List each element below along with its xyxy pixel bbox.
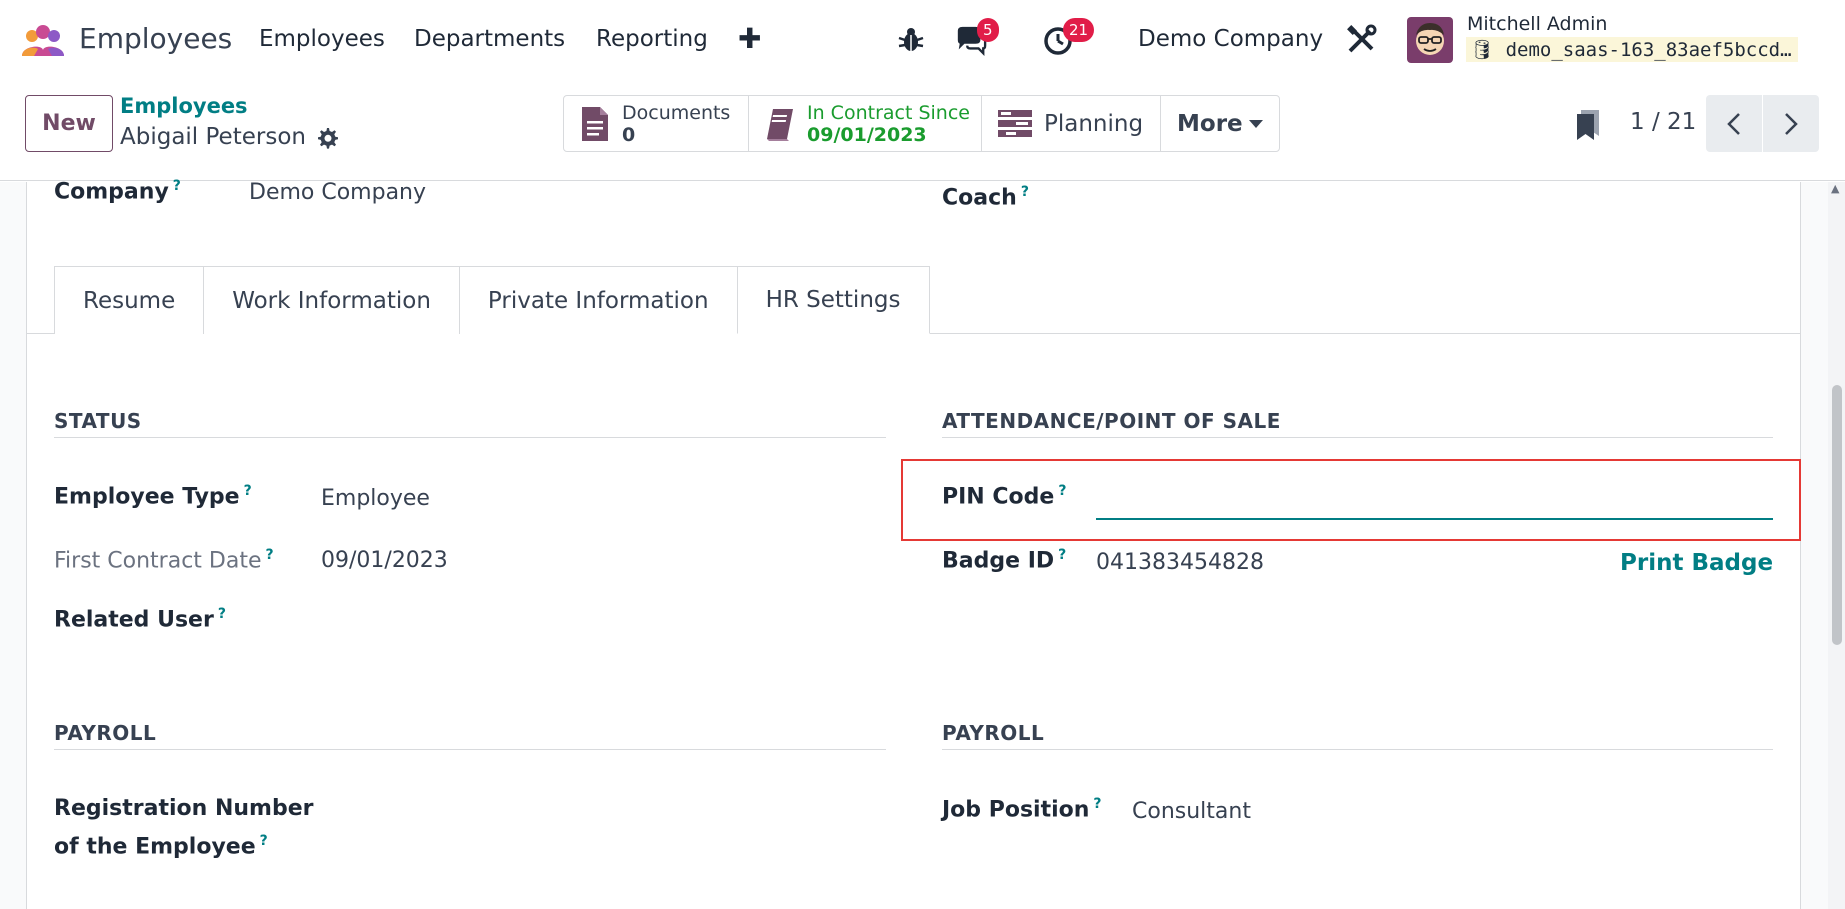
smart-buttons: Documents 0 In Contract Since 09/01/2023	[563, 95, 1280, 152]
job-position-label: Job Position?	[942, 796, 1102, 823]
payroll-section-divider-right	[942, 749, 1773, 750]
record-name: Abigail Peterson	[120, 124, 306, 150]
menu-employees[interactable]: Employees	[259, 26, 385, 52]
control-panel: New Employees Abigail Peterson Documents…	[0, 82, 1845, 181]
database-icon: 🛢	[1470, 39, 1495, 61]
company-field[interactable]: Demo Company	[249, 180, 426, 205]
help-icon[interactable]: ?	[260, 833, 268, 849]
user-name[interactable]: Mitchell Admin	[1467, 13, 1607, 35]
help-icon[interactable]: ?	[218, 606, 226, 622]
attendance-section-divider	[942, 437, 1773, 438]
employee-type-field[interactable]: Employee	[321, 486, 430, 511]
status-section-title: STATUS	[54, 409, 142, 433]
more-dropdown[interactable]: More	[1161, 96, 1279, 151]
badge-id-label: Badge ID?	[942, 547, 1067, 574]
menu-departments[interactable]: Departments	[414, 26, 565, 52]
tab-work-information[interactable]: Work Information	[203, 266, 460, 334]
help-icon[interactable]: ?	[244, 483, 252, 499]
new-button[interactable]: New	[25, 95, 113, 152]
top-navbar: Employees Employees Departments Reportin…	[0, 0, 1845, 82]
more-label: More	[1177, 110, 1243, 137]
contract-smart-button[interactable]: In Contract Since 09/01/2023	[749, 96, 982, 151]
help-icon[interactable]: ?	[266, 547, 274, 563]
menu-reporting[interactable]: Reporting	[596, 26, 708, 52]
related-user-label: Related User?	[54, 606, 226, 633]
tools-icon[interactable]	[1345, 24, 1377, 56]
form-tabs: Resume Work Information Private Informat…	[54, 266, 930, 334]
help-icon[interactable]: ?	[1021, 184, 1029, 200]
documents-label: Documents	[622, 101, 731, 124]
chevron-right-icon	[1785, 112, 1798, 135]
book-icon	[767, 108, 793, 141]
pin-code-label: PIN Code?	[942, 483, 1067, 510]
gear-icon[interactable]	[315, 126, 339, 150]
pin-code-input[interactable]	[1096, 490, 1773, 520]
pager-next-button[interactable]	[1763, 95, 1819, 152]
tab-hr-settings[interactable]: HR Settings	[736, 266, 930, 334]
database-name-text: demo_saas-163_83aef5bccd…	[1505, 39, 1792, 61]
contract-label: In Contract Since	[807, 101, 970, 124]
planning-label: Planning	[1044, 110, 1144, 137]
status-section-divider	[54, 437, 886, 438]
document-icon	[582, 106, 608, 141]
first-contract-date-value: 09/01/2023	[321, 548, 448, 573]
help-icon[interactable]: ?	[173, 178, 181, 194]
contract-date: 09/01/2023	[807, 123, 927, 146]
plus-icon[interactable]: ✚	[738, 22, 761, 55]
bookmarks-icon[interactable]	[1575, 108, 1601, 142]
caret-down-icon	[1248, 119, 1263, 128]
scroll-up-arrow-icon[interactable]: ▲	[1831, 182, 1839, 195]
payroll-section-title-left: PAYROLL	[54, 721, 157, 745]
chevron-left-icon	[1727, 112, 1740, 135]
badge-id-field[interactable]: 041383454828	[1096, 550, 1264, 575]
attendance-section-title: ATTENDANCE/POINT OF SALE	[942, 409, 1281, 433]
payroll-section-divider-left	[54, 749, 886, 750]
job-position-field[interactable]: Consultant	[1132, 799, 1251, 824]
planning-smart-button[interactable]: Planning	[982, 96, 1161, 151]
company-label: Company?	[54, 178, 181, 205]
pager-value[interactable]: 1 / 21	[1630, 109, 1696, 135]
registration-number-label: Registration Number	[54, 796, 314, 821]
tab-resume[interactable]: Resume	[54, 266, 205, 334]
scrollbar-thumb[interactable]	[1832, 385, 1842, 645]
breadcrumb-employees[interactable]: Employees	[120, 94, 248, 118]
messages-badge: 5	[977, 18, 999, 42]
help-icon[interactable]: ?	[1058, 547, 1066, 563]
bug-icon[interactable]	[895, 24, 927, 56]
help-icon[interactable]: ?	[1093, 796, 1101, 812]
database-name: 🛢 demo_saas-163_83aef5bccd…	[1466, 37, 1798, 62]
print-badge-button[interactable]: Print Badge	[1620, 550, 1773, 576]
tab-private-information[interactable]: Private Information	[458, 266, 738, 334]
planning-icon	[998, 109, 1032, 137]
registration-number-label-line2: of the Employee?	[54, 833, 268, 860]
payroll-section-title-right: PAYROLL	[942, 721, 1045, 745]
pager-previous-button[interactable]	[1706, 95, 1762, 152]
app-title[interactable]: Employees	[79, 22, 232, 55]
company-switcher[interactable]: Demo Company	[1138, 26, 1323, 52]
user-avatar[interactable]	[1407, 17, 1453, 63]
help-icon[interactable]: ?	[1058, 483, 1066, 499]
coach-label: Coach?	[942, 184, 1029, 211]
documents-count: 0	[622, 123, 636, 146]
documents-smart-button[interactable]: Documents 0	[564, 96, 749, 151]
activities-badge: 21	[1063, 18, 1095, 42]
employees-app-icon[interactable]	[20, 24, 66, 58]
employee-type-label: Employee Type?	[54, 483, 252, 510]
first-contract-date-label: First Contract Date?	[54, 547, 274, 574]
